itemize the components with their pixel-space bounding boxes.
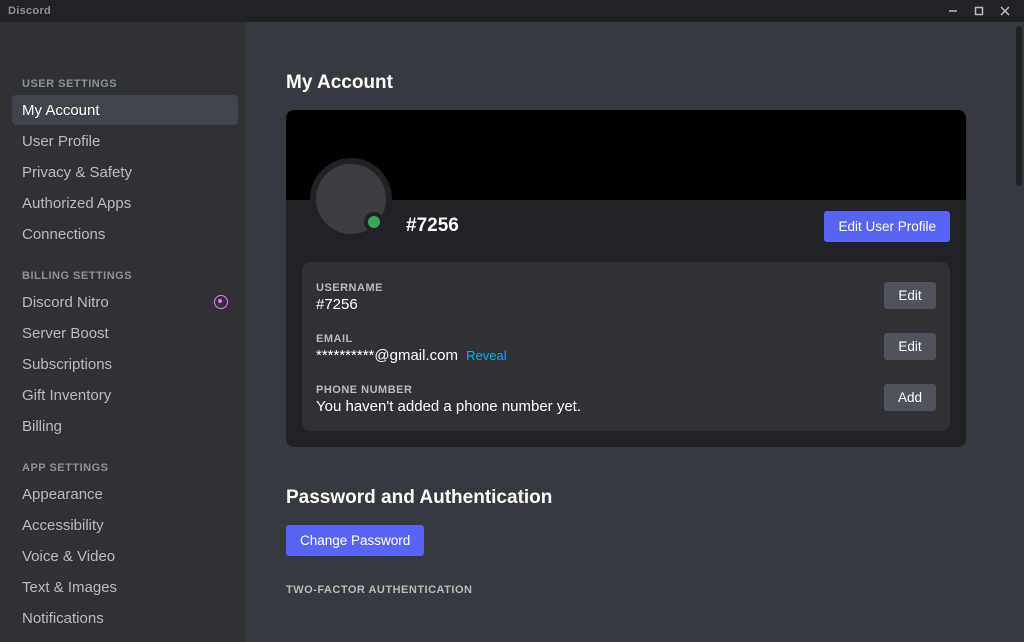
scrollbar-thumb[interactable]: [1016, 26, 1022, 186]
content-scrollbar[interactable]: [1016, 26, 1022, 638]
sidebar-item-appearance[interactable]: Appearance: [12, 479, 238, 509]
field-label: USERNAME: [316, 282, 383, 294]
edit-email-button[interactable]: Edit: [884, 333, 936, 360]
sidebar-item-label: Voice & Video: [22, 548, 115, 565]
sidebar-item-connections[interactable]: Connections: [12, 219, 238, 249]
sidebar-header-billing-settings: BILLING SETTINGS: [12, 264, 238, 286]
window-close-button[interactable]: [992, 1, 1018, 21]
sidebar-item-authorized-apps[interactable]: Authorized Apps: [12, 188, 238, 218]
sidebar-item-label: Discord Nitro: [22, 294, 109, 311]
page-title: My Account: [286, 72, 966, 94]
sidebar-item-label: Text & Images: [22, 579, 117, 596]
auth-section-title: Password and Authentication: [286, 487, 966, 509]
status-online-icon: [364, 212, 384, 232]
window-minimize-button[interactable]: [940, 1, 966, 21]
sidebar-item-my-account[interactable]: My Account: [12, 95, 238, 125]
sidebar-item-label: User Profile: [22, 133, 100, 150]
window-titlebar: Discord: [0, 0, 1024, 22]
change-password-button[interactable]: Change Password: [286, 525, 424, 556]
field-label: PHONE NUMBER: [316, 384, 581, 396]
field-value: **********@gmail.com Reveal: [316, 347, 507, 364]
sidebar-item-notifications[interactable]: Notifications: [12, 603, 238, 633]
field-phone: PHONE NUMBER You haven't added a phone n…: [316, 378, 936, 417]
sidebar-item-label: Connections: [22, 226, 105, 243]
sidebar-item-label: Privacy & Safety: [22, 164, 132, 181]
sidebar-item-label: Accessibility: [22, 517, 104, 534]
edit-user-profile-button[interactable]: Edit User Profile: [824, 211, 950, 242]
content-area: ESC My Account #7256 Edit User Profile U…: [246, 22, 1024, 642]
sidebar-item-label: Authorized Apps: [22, 195, 131, 212]
sidebar-header-app-settings: APP SETTINGS: [12, 456, 238, 478]
sidebar-header-user-settings: USER SETTINGS: [12, 72, 238, 94]
reveal-email-link[interactable]: Reveal: [466, 348, 506, 363]
twofa-header: TWO-FACTOR AUTHENTICATION: [286, 584, 966, 596]
sidebar-item-privacy-safety[interactable]: Privacy & Safety: [12, 157, 238, 187]
email-masked: **********@gmail.com: [316, 347, 458, 364]
app-title: Discord: [8, 5, 51, 17]
sidebar-item-server-boost[interactable]: Server Boost: [12, 318, 238, 348]
nitro-badge-icon: [214, 295, 228, 309]
sidebar-item-subscriptions[interactable]: Subscriptions: [12, 349, 238, 379]
sidebar-item-keybinds[interactable]: Keybinds: [12, 634, 238, 642]
field-value: You haven't added a phone number yet.: [316, 398, 581, 415]
sidebar-item-label: My Account: [22, 102, 100, 119]
sidebar-item-gift-inventory[interactable]: Gift Inventory: [12, 380, 238, 410]
sidebar-item-discord-nitro[interactable]: Discord Nitro: [12, 287, 238, 317]
sidebar-item-accessibility[interactable]: Accessibility: [12, 510, 238, 540]
sidebar-item-label: Server Boost: [22, 325, 109, 342]
field-label: EMAIL: [316, 333, 507, 345]
sidebar-item-label: Notifications: [22, 610, 104, 627]
window-maximize-button[interactable]: [966, 1, 992, 21]
sidebar-item-voice-video[interactable]: Voice & Video: [12, 541, 238, 571]
sidebar-item-billing[interactable]: Billing: [12, 411, 238, 441]
settings-sidebar: USER SETTINGS My Account User Profile Pr…: [0, 22, 246, 642]
add-phone-button[interactable]: Add: [884, 384, 936, 411]
field-email: EMAIL **********@gmail.com Reveal Edit: [316, 327, 936, 378]
field-value: #7256: [316, 296, 383, 313]
sidebar-item-label: Subscriptions: [22, 356, 112, 373]
sidebar-item-label: Gift Inventory: [22, 387, 111, 404]
sidebar-item-user-profile[interactable]: User Profile: [12, 126, 238, 156]
field-username: USERNAME #7256 Edit: [316, 276, 936, 327]
profile-card: #7256 Edit User Profile USERNAME #7256 E…: [286, 110, 966, 447]
avatar[interactable]: [310, 158, 392, 240]
edit-username-button[interactable]: Edit: [884, 282, 936, 309]
account-fields: USERNAME #7256 Edit EMAIL **********@gma…: [302, 262, 950, 431]
sidebar-item-label: Appearance: [22, 486, 103, 503]
user-discriminator: #7256: [406, 215, 459, 237]
sidebar-item-text-images[interactable]: Text & Images: [12, 572, 238, 602]
sidebar-item-label: Billing: [22, 418, 62, 435]
window-controls: [940, 1, 1018, 21]
